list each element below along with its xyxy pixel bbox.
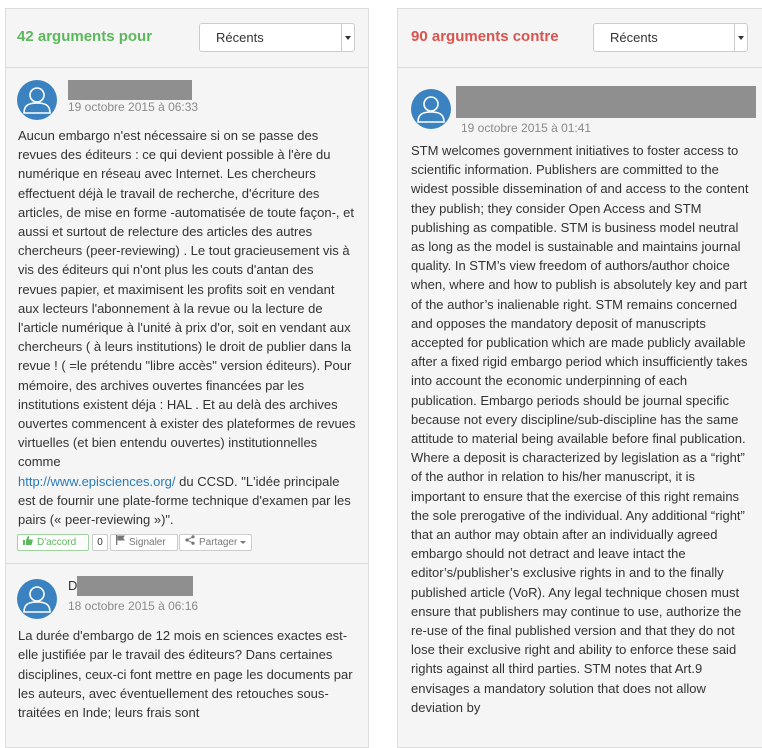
arguments-pour-column: 42 arguments pour Récents 19 octobre 201… <box>5 8 369 748</box>
pour-title: 42 arguments pour <box>17 28 153 45</box>
argument-link[interactable]: http://www.episciences.org/ <box>18 474 176 489</box>
argument-actions: D'accord 0 Signaler Partager <box>6 529 368 563</box>
argument-header: D 18 octobre 2015 à 06:16 <box>6 564 368 624</box>
user-avatar-icon <box>411 89 451 129</box>
author-name-redacted <box>456 86 756 118</box>
contre-header: 90 arguments contre Récents <box>398 9 762 68</box>
agree-count: 0 <box>92 534 108 552</box>
argument-item: 19 octobre 2015 à 06:33 Aucun embargo n'… <box>6 68 368 565</box>
argument-date: 19 octobre 2015 à 01:41 <box>461 121 592 135</box>
report-button[interactable]: Signaler <box>110 534 178 552</box>
user-avatar-icon <box>17 579 57 620</box>
flag-icon <box>116 535 125 550</box>
author-name-redacted <box>77 576 193 597</box>
argument-body: STM welcomes government initiatives to f… <box>411 143 749 715</box>
agree-label: D'accord <box>37 537 77 549</box>
contre-sort-select[interactable]: Récents <box>593 23 748 52</box>
share-button[interactable]: Partager <box>179 534 252 552</box>
author-name-redacted <box>68 80 192 100</box>
share-label: Partager <box>199 537 238 549</box>
pour-sort-value: Récents <box>216 30 264 45</box>
argument-header: 19 octobre 2015 à 01:41 <box>398 68 762 138</box>
author-name-initial: D <box>68 578 78 594</box>
argument-body: La durée d'embargo de 12 mois en science… <box>18 628 353 721</box>
argument-header: 19 octobre 2015 à 06:33 <box>6 68 368 124</box>
pour-sort-select[interactable]: Récents <box>199 23 355 52</box>
share-icon <box>185 535 195 550</box>
argument-text: Aucun embargo n'est nécessaire si on se … <box>18 128 356 470</box>
argument-date: 19 octobre 2015 à 06:33 <box>68 100 199 114</box>
pour-header: 42 arguments pour Récents <box>6 9 368 68</box>
thumbs-up-icon <box>23 535 33 550</box>
user-avatar-icon <box>17 80 57 120</box>
chevron-down-icon <box>240 541 247 545</box>
report-label: Signaler <box>129 537 166 549</box>
contre-sort-value: Récents <box>610 30 658 45</box>
chevron-down-icon <box>341 24 354 51</box>
argument-item: 19 octobre 2015 à 01:41 STM welcomes gov… <box>398 68 762 717</box>
chevron-down-icon <box>734 24 747 51</box>
agree-button[interactable]: D'accord <box>17 534 89 552</box>
arguments-contre-column: 90 arguments contre Récents 19 octobre 2… <box>397 8 762 748</box>
argument-body: Aucun embargo n'est nécessaire si on se … <box>6 126 368 529</box>
argument-item: D 18 octobre 2015 à 06:16 La durée d'emb… <box>6 564 368 722</box>
contre-title: 90 arguments contre <box>411 28 559 45</box>
argument-date: 18 octobre 2015 à 06:16 <box>68 599 199 614</box>
